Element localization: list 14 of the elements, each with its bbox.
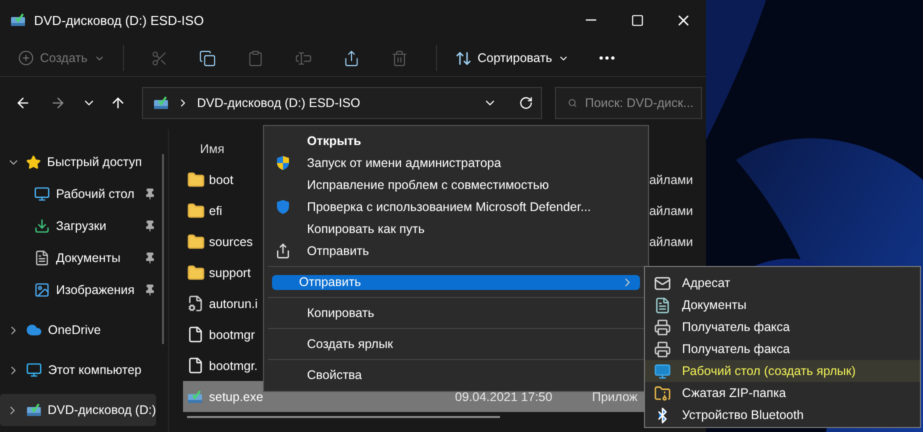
- file-name: support: [208, 266, 251, 280]
- file-name: efi: [208, 204, 222, 218]
- file-name: setup.exe: [208, 390, 264, 404]
- file-type: айлами: [649, 234, 694, 248]
- file-type: айлами: [649, 204, 694, 218]
- file-name: autorun.i: [208, 296, 258, 310]
- file-type: айлами: [649, 172, 694, 186]
- file-name: bootmgr.: [208, 358, 258, 372]
- file-type: Прилож: [592, 390, 638, 404]
- file-name: bootmgr: [208, 328, 255, 342]
- window-title: DVD-дисковод (D:) ESD-ISO: [34, 12, 204, 28]
- file-name: boot: [208, 172, 234, 186]
- file-date: 09.04.2021 17:50: [454, 390, 552, 404]
- file-name: sources: [208, 234, 253, 248]
